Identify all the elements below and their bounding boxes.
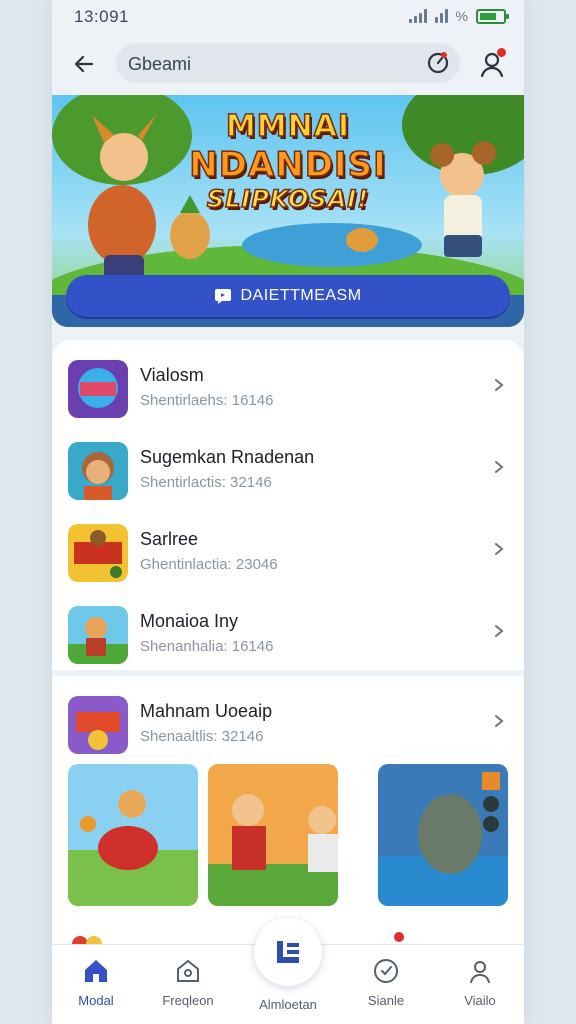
chevron-right-icon <box>495 379 504 391</box>
screenshot-tile[interactable] <box>68 764 198 906</box>
nav-home[interactable]: Modal <box>56 957 136 1008</box>
search-input[interactable]: Gbeami <box>128 54 191 75</box>
list-item-title: Mahnam Uoeaip <box>140 701 273 721</box>
notification-dot <box>394 932 404 942</box>
list-item-title: Vialosm <box>140 365 204 385</box>
list-item[interactable]: Mahnam Uoeaip Shenaaltlis: 32146 <box>52 682 524 762</box>
profile-button[interactable] <box>474 46 510 82</box>
screenshot-tile[interactable] <box>208 764 338 906</box>
game-thumbnail <box>68 606 128 664</box>
game-thumbnail <box>68 696 128 754</box>
notification-dot <box>497 48 506 57</box>
nav-profile[interactable]: Viailo <box>440 957 520 1008</box>
status-bar: 13:091 % <box>52 0 524 36</box>
banner-cta-button[interactable]: DAIETTMEASM <box>66 275 510 317</box>
screenshot-gallery <box>68 764 508 908</box>
chevron-right-icon <box>495 461 504 473</box>
home-icon <box>85 960 107 982</box>
nav-sianle[interactable]: Sianle <box>346 957 426 1008</box>
signal-icon <box>408 9 427 23</box>
list-item-subtitle: Shentirlaehs: 16146 <box>140 392 274 409</box>
nav-label: Viailo <box>464 993 496 1008</box>
chat-icon <box>215 289 232 304</box>
back-button[interactable] <box>66 46 102 82</box>
top-bar: Gbeami <box>52 40 524 88</box>
center-action-button[interactable] <box>254 918 322 986</box>
nav-label: Almloetan <box>259 997 317 1012</box>
chevron-right-icon <box>495 543 504 555</box>
status-time: 13:091 <box>74 7 129 26</box>
nav-label: Freqleon <box>162 993 214 1008</box>
list-item-subtitle: Ghentinlactia: 23046 <box>140 556 278 573</box>
game-thumbnail <box>68 524 128 582</box>
list-item-subtitle: Shentirlactis: 32146 <box>140 474 272 491</box>
app-logo-icon <box>277 941 299 963</box>
screenshot-tile[interactable] <box>378 764 508 906</box>
store-icon <box>177 959 199 982</box>
person-icon <box>470 961 490 984</box>
nav-label: Modal <box>78 993 114 1008</box>
battery-percent: % <box>455 8 468 24</box>
search-field[interactable]: Gbeami <box>116 43 460 83</box>
banner-title-line3: SLIPKOSAI! <box>206 184 370 214</box>
system-icons: % <box>408 8 509 24</box>
nav-label: Sianle <box>367 993 405 1008</box>
list-item-title: Monaioa Iny <box>140 611 239 631</box>
wifi-signal-icon <box>434 9 448 23</box>
list-item-title: Sugemkan Rnadenan <box>140 447 315 467</box>
game-thumbnail <box>68 360 128 418</box>
list-item[interactable]: Monaioa Iny Shenanhalia: 16146 <box>52 592 524 672</box>
nav-freqleon[interactable]: Freqleon <box>148 957 228 1008</box>
promo-banner[interactable]: MMNAI NDANDISI SLIPKOSAI! DAIETTMEASM <box>52 95 524 327</box>
battery-icon <box>476 8 509 24</box>
phone-screen: 13:091 % Gbeami MMNAI NDANDISI SLIPKOSAI… <box>52 0 524 1024</box>
list-item[interactable]: Sugemkan Rnadenan Shentirlactis: 32146 <box>52 428 524 508</box>
banner-cta-label: DAIETTMEASM <box>240 287 362 304</box>
refresh-icon[interactable] <box>426 51 450 75</box>
list-item-subtitle: Shenaaltlis: 32146 <box>140 728 264 745</box>
banner-title-line2: NDANDISI <box>189 144 387 186</box>
game-list: Vialosm Shentirlaehs: 16146 Sugemkan Rna… <box>52 340 524 670</box>
list-item-subtitle: Shenanhalia: 16146 <box>140 638 274 655</box>
chevron-right-icon <box>495 715 504 727</box>
list-item[interactable]: Sarlree Ghentinlactia: 23046 <box>52 510 524 590</box>
chevron-right-icon <box>495 625 504 637</box>
list-item[interactable]: Vialosm Shentirlaehs: 16146 <box>52 346 524 426</box>
list-item-title: Sarlree <box>140 529 199 549</box>
nav-center[interactable]: Almloetan <box>248 989 328 1012</box>
game-thumbnail <box>68 442 128 500</box>
arrow-left-icon <box>74 55 94 73</box>
banner-title-line1: MMNAI <box>225 108 351 145</box>
clock-icon <box>374 959 398 983</box>
